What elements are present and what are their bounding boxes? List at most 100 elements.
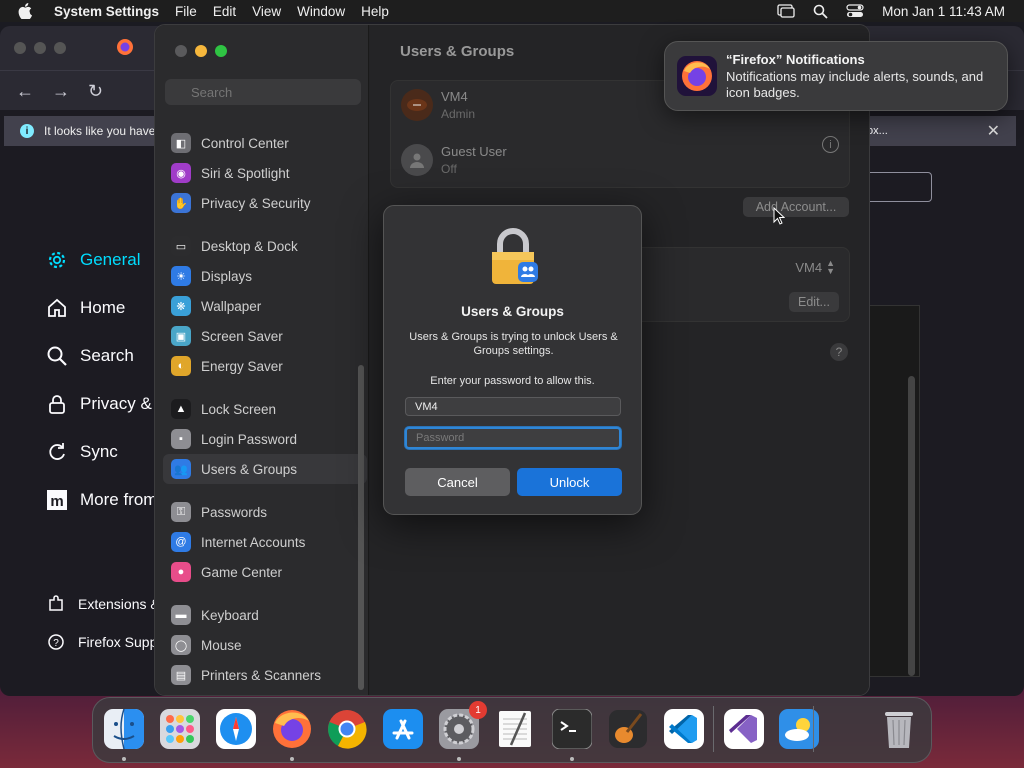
- help-icon: ?: [46, 632, 66, 652]
- settings-search-input[interactable]: [165, 79, 361, 105]
- minimize-window-button[interactable]: [195, 45, 207, 57]
- menu-help[interactable]: Help: [361, 4, 389, 19]
- sidebar-item-label: Internet Accounts: [201, 534, 306, 550]
- username-field[interactable]: [405, 397, 621, 416]
- settings-sidebar: ◧ Control Center ◉ Siri & Spotlight ✋ Privacy…: [155, 25, 369, 695]
- sidebar-item-displays[interactable]: ☀ Displays: [163, 261, 367, 291]
- dock: 1: [92, 697, 932, 763]
- sidebar-item-siri-spotlight[interactable]: ◉ Siri & Spotlight: [163, 158, 367, 188]
- edit-button[interactable]: Edit...: [789, 292, 839, 312]
- ff-sidebar-home[interactable]: Home: [44, 284, 157, 332]
- page-title: Users & Groups: [400, 43, 515, 60]
- ff-sidebar-label: More from: [80, 490, 158, 509]
- window-traffic-lights: [175, 45, 227, 57]
- notification-title: “Firefox” Notifications: [726, 52, 865, 67]
- sidebar-item-printers-scanners[interactable]: ▤ Printers & Scanners: [163, 660, 367, 690]
- sidebar-item-privacy-security[interactable]: ✋ Privacy & Security: [163, 188, 367, 218]
- energy-saver-icon: ◐: [171, 356, 191, 376]
- reload-icon[interactable]: ↻: [88, 81, 103, 102]
- sidebar-item-internet-accounts[interactable]: @ Internet Accounts: [163, 527, 367, 557]
- info-bar-action-button[interactable]: fox...: [864, 119, 914, 143]
- sidebar-item-mouse[interactable]: ◯ Mouse: [163, 630, 367, 660]
- gear-icon: [44, 247, 70, 273]
- sidebar-item-label: Game Center: [201, 564, 283, 580]
- system-settings-icon[interactable]: 1: [436, 701, 487, 752]
- vscode-icon[interactable]: [661, 706, 707, 752]
- internet-accounts-icon: @: [171, 532, 191, 552]
- back-arrow-icon[interactable]: ←: [16, 81, 34, 102]
- firefox-notification-banner[interactable]: “Firefox” Notifications Notifications ma…: [664, 41, 1008, 111]
- finder-icon[interactable]: [101, 706, 147, 752]
- screen-mirroring-icon[interactable]: [777, 4, 795, 18]
- displays-icon: ☀: [171, 266, 191, 286]
- user-name: VM4: [441, 89, 468, 104]
- ff-sidebar-more[interactable]: m More from: [44, 476, 157, 524]
- user-role: Admin: [441, 107, 476, 121]
- add-account-button[interactable]: Add Account...: [743, 197, 849, 217]
- menu-edit[interactable]: Edit: [213, 4, 236, 19]
- menu-file[interactable]: File: [175, 4, 197, 19]
- zoom-window-button[interactable]: [215, 45, 227, 57]
- sidebar-item-keyboard[interactable]: ▬ Keyboard: [163, 600, 367, 630]
- menu-bar-clock[interactable]: Mon Jan 1 11:43 AM: [882, 4, 1005, 19]
- running-indicator: [570, 757, 574, 761]
- help-button[interactable]: ?: [830, 343, 848, 361]
- ff-sidebar-privacy[interactable]: Privacy &: [44, 380, 157, 428]
- sidebar-item-label: Displays: [201, 268, 253, 284]
- visual-studio-icon[interactable]: [721, 706, 767, 752]
- sidebar-item-screen-saver[interactable]: ▣ Screen Saver: [163, 321, 367, 351]
- sidebar-item-wallpaper[interactable]: ❋ Wallpaper: [163, 291, 367, 321]
- terminal-icon[interactable]: [549, 706, 595, 752]
- sidebar-item-game-center[interactable]: ● Game Center: [163, 557, 367, 587]
- sidebar-item-label: Wallpaper: [201, 298, 262, 314]
- sidebar-item-desktop-dock[interactable]: ▭ Desktop & Dock: [163, 231, 367, 261]
- trash-icon[interactable]: [876, 706, 922, 752]
- scrollbar[interactable]: [908, 376, 915, 676]
- info-icon[interactable]: i: [822, 136, 839, 153]
- close-window-button[interactable]: [175, 45, 187, 57]
- sidebar-item-users-groups[interactable]: 👥 Users & Groups: [163, 454, 367, 484]
- running-indicator: [290, 757, 294, 761]
- user-row-guest[interactable]: Guest User Off: [401, 144, 507, 176]
- sidebar-item-control-center[interactable]: ◧ Control Center: [163, 128, 367, 158]
- sidebar-item-energy-saver[interactable]: ◐ Energy Saver: [163, 351, 367, 381]
- ff-sidebar-general[interactable]: General: [44, 236, 157, 284]
- textedit-icon[interactable]: [492, 706, 538, 752]
- menu-app-name[interactable]: System Settings: [54, 4, 159, 19]
- ff-footer-extensions[interactable]: Extensions &: [46, 585, 160, 623]
- ff-footer-support[interactable]: ? Firefox Supp: [46, 623, 160, 661]
- chrome-icon[interactable]: [324, 706, 370, 752]
- menu-bar: System Settings File Edit View Window He…: [0, 0, 1024, 22]
- unlock-button[interactable]: Unlock: [517, 468, 622, 496]
- sidebar-item-lock-screen[interactable]: ▲ Lock Screen: [163, 394, 367, 424]
- sidebar-scrollbar[interactable]: [358, 365, 364, 690]
- settings-sidebar-list: ◧ Control Center ◉ Siri & Spotlight ✋ Privacy…: [163, 128, 367, 690]
- menu-window[interactable]: Window: [297, 4, 345, 19]
- firefox-tab-icon[interactable]: [116, 38, 134, 59]
- sidebar-item-login-password[interactable]: ▪ Login Password: [163, 424, 367, 454]
- forward-arrow-icon[interactable]: →: [52, 81, 70, 102]
- garageband-icon[interactable]: [605, 706, 651, 752]
- cancel-button[interactable]: Cancel: [405, 468, 510, 496]
- password-field[interactable]: [405, 427, 621, 449]
- app-store-icon[interactable]: [380, 706, 426, 752]
- control-center-icon[interactable]: [846, 4, 864, 18]
- spotlight-search-icon[interactable]: [813, 4, 828, 19]
- search-icon: [44, 343, 70, 369]
- ff-sidebar-sync[interactable]: Sync: [44, 428, 157, 476]
- user-row-vm4[interactable]: VM4 Admin: [401, 89, 475, 121]
- auto-login-select[interactable]: VM4 ▲ ▼: [795, 259, 835, 276]
- sidebar-item-passwords[interactable]: ⚿ Passwords: [163, 497, 367, 527]
- close-icon[interactable]: ✕: [987, 121, 1000, 141]
- weather-icon[interactable]: [776, 706, 822, 752]
- ff-sidebar-search[interactable]: Search: [44, 332, 157, 380]
- wallpaper-icon: ❋: [171, 296, 191, 316]
- launchpad-icon[interactable]: [157, 706, 203, 752]
- apple-menu-icon[interactable]: [18, 3, 36, 19]
- firefox-icon[interactable]: [269, 706, 315, 752]
- screen-saver-icon: ▣: [171, 326, 191, 346]
- menu-view[interactable]: View: [252, 4, 281, 19]
- ff-sidebar-label: Home: [80, 298, 126, 317]
- safari-icon[interactable]: [213, 706, 259, 752]
